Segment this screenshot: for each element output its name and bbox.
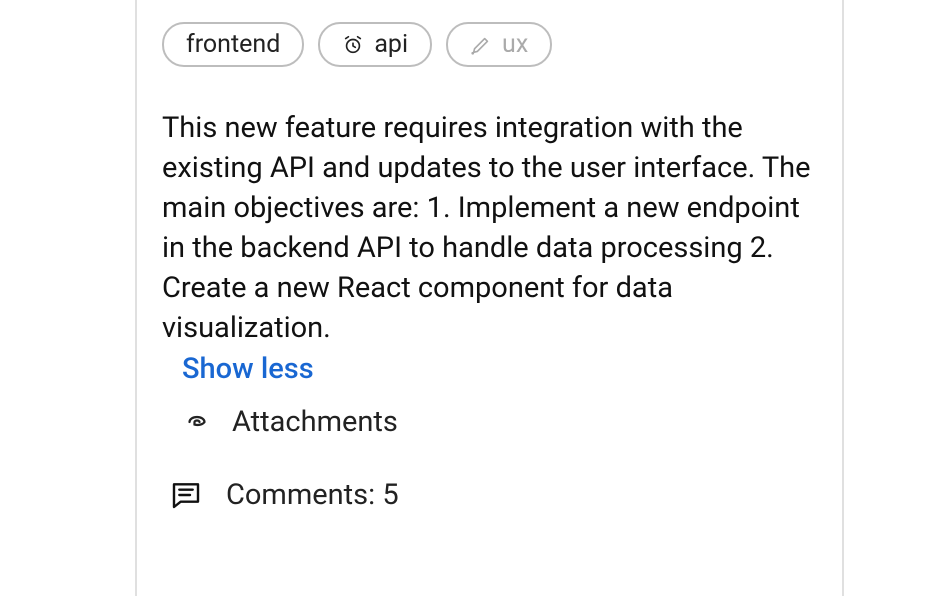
issue-card: Labels: frontend api bbox=[135, 0, 844, 596]
alarm-icon bbox=[342, 34, 364, 56]
tag-icon bbox=[162, 0, 194, 6]
labels-title: Labels: bbox=[212, 0, 307, 6]
chip-label: api bbox=[374, 30, 408, 59]
chip-ux[interactable]: ux bbox=[446, 22, 552, 67]
attachments-row[interactable]: Attachments bbox=[182, 405, 398, 439]
show-less-button[interactable]: Show less bbox=[182, 352, 314, 386]
labels-header: Labels: bbox=[162, 0, 307, 6]
chip-label: ux bbox=[502, 30, 528, 59]
chip-api[interactable]: api bbox=[318, 22, 432, 67]
pencil-icon bbox=[470, 34, 492, 56]
attachment-icon bbox=[182, 407, 212, 437]
comments-label: Comments: 5 bbox=[226, 478, 399, 512]
comments-row[interactable]: Comments: 5 bbox=[170, 478, 399, 512]
comment-icon bbox=[170, 479, 202, 511]
labels-chips: frontend api ux bbox=[162, 22, 552, 67]
description-text: This new feature requires integration wi… bbox=[162, 108, 812, 348]
chip-frontend[interactable]: frontend bbox=[162, 22, 304, 67]
chip-label: frontend bbox=[186, 30, 280, 59]
attachments-label: Attachments bbox=[232, 405, 398, 439]
